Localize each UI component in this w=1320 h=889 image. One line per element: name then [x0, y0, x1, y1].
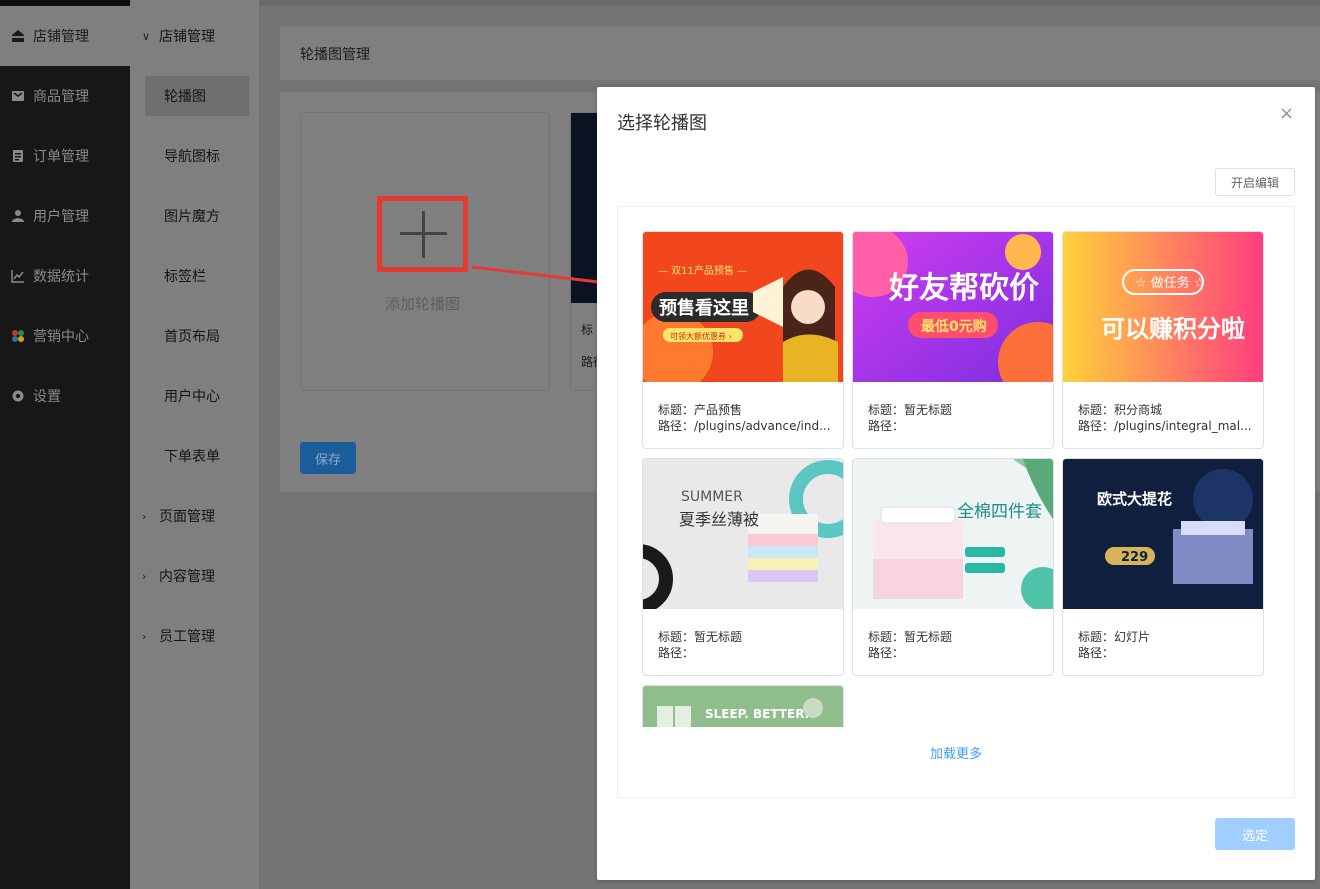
sub-group-content[interactable]: › 内容管理	[130, 546, 259, 606]
card-title: 标题：暂无标题	[868, 630, 953, 644]
card-path: 路径：/plugins/integral_mal...	[1078, 419, 1252, 433]
add-carousel-label: 添加轮播图	[385, 295, 461, 313]
nav-item-goods[interactable]: 商品管理	[0, 66, 130, 126]
carousel-card[interactable]: 全棉四件套 标题：暂无标题 路径：	[852, 458, 1054, 676]
card-title: 标	[581, 323, 594, 337]
carousel-card[interactable]: ☆ 做任务 ☆ 可以赚积分啦 标题：积分商城 路径：/plugins/integ…	[1062, 231, 1264, 449]
banner-text: ☆ 做任务 ☆	[1135, 275, 1206, 291]
sub-item-nav-icons[interactable]: 导航图标	[164, 147, 220, 167]
shop-icon	[11, 29, 25, 43]
banner-text: 可以赚积分啦	[1101, 315, 1245, 343]
card-title: 标题：幻灯片	[1078, 630, 1151, 644]
banner-text: SLEEP. BETTER.	[705, 707, 809, 721]
sub-item-tabbar[interactable]: 标签栏	[164, 267, 206, 287]
card-title: 标题：产品预售	[658, 403, 743, 417]
marketing-icon	[11, 329, 25, 343]
sub-group-label: 页面管理	[159, 509, 215, 525]
nav-item-label: 设置	[33, 389, 61, 405]
nav-item-label: 店铺管理	[33, 29, 89, 45]
banner-text: 夏季丝薄被	[679, 510, 759, 529]
nav-item-shop[interactable]: 店铺管理	[0, 6, 130, 66]
banner-text: 全棉四件套	[957, 502, 1042, 522]
nav-item-label: 商品管理	[33, 89, 89, 105]
nav-item-stats[interactable]: 数据统计	[0, 246, 130, 306]
carousel-card[interactable]: SLEEP. BETTER.	[642, 685, 844, 727]
carousel-card[interactable]: 好友帮砍价 最低0元购 标题：暂无标题 路径：	[852, 231, 1054, 449]
goods-icon	[11, 89, 25, 103]
chart-icon	[11, 269, 25, 283]
confirm-button[interactable]: 选定	[1215, 818, 1295, 850]
sub-menu: ∨ 店铺管理 轮播图 导航图标 图片魔方 标签栏 首页布局 用户中心 下单表单 …	[130, 0, 260, 889]
banner-text: 最低0元购	[921, 318, 987, 335]
load-more-link[interactable]: 加载更多	[618, 743, 1294, 762]
save-button[interactable]: 保存	[300, 442, 356, 474]
carousel-thumbnail: 好友帮砍价 最低0元购	[853, 232, 1053, 382]
plus-icon[interactable]	[377, 196, 468, 272]
nav-item-settings[interactable]: 设置	[0, 366, 130, 426]
panel-title: 轮播图管理	[300, 47, 370, 63]
chevron-right-icon: ›	[142, 629, 147, 643]
order-icon	[11, 149, 25, 163]
carousel-thumbnail: SUMMER 夏季丝薄被	[643, 459, 843, 609]
sub-item-order-form[interactable]: 下单表单	[164, 447, 220, 467]
carousel-card[interactable]: SUMMER 夏季丝薄被 标题：暂无标题 路径：	[642, 458, 844, 676]
banner-text: 229	[1121, 550, 1148, 565]
carousel-grid: — 双11产品预售 — 预售看这里 可领大额优惠券 › 标题：产品预售 路径：/…	[617, 206, 1295, 798]
sub-group-staff[interactable]: › 员工管理	[130, 606, 259, 666]
nav-item-label: 用户管理	[33, 209, 89, 225]
carousel-thumbnail: SLEEP. BETTER.	[643, 686, 843, 727]
card-title: 标题：暂无标题	[658, 630, 743, 644]
card-title: 标题：暂无标题	[868, 403, 953, 417]
banner-text: 欧式大提花	[1097, 490, 1172, 508]
banner-text: SUMMER	[681, 489, 743, 505]
card-path: 路径：	[868, 646, 905, 660]
nav-item-orders[interactable]: 订单管理	[0, 126, 130, 186]
card-path: 路径：	[658, 646, 695, 660]
carousel-card[interactable]: — 双11产品预售 — 预售看这里 可领大额优惠券 › 标题：产品预售 路径：/…	[642, 231, 844, 449]
card-path: 路径：	[868, 419, 905, 433]
banner-text: 好友帮砍价	[888, 271, 1039, 306]
nav-item-marketing[interactable]: 营销中心	[0, 306, 130, 366]
sub-item-carousel[interactable]: 轮播图	[164, 87, 206, 107]
select-carousel-dialog: 选择轮播图 × 开启编辑 — 双11产品预售 — 预售看这里 可领大额优惠券 ›…	[597, 87, 1315, 880]
sub-item-user-center[interactable]: 用户中心	[164, 387, 220, 407]
nav-item-label: 数据统计	[33, 269, 89, 285]
sub-item-home-layout[interactable]: 首页布局	[164, 327, 220, 347]
user-icon	[11, 209, 25, 223]
carousel-thumbnail: 全棉四件套	[853, 459, 1053, 609]
gear-icon	[11, 389, 25, 403]
banner-text: 预售看这里	[659, 297, 749, 319]
chevron-right-icon: ›	[142, 569, 147, 583]
main-nav: 店铺管理 商品管理 订单管理 用户管理 数据统计 营销中心 设置	[0, 0, 130, 889]
chevron-right-icon: ›	[142, 509, 147, 523]
chevron-down-icon: ∨	[142, 29, 151, 43]
carousel-card[interactable]: 欧式大提花 229 标题：幻灯片 路径：	[1062, 458, 1264, 676]
nav-item-label: 订单管理	[33, 149, 89, 165]
top-strip	[260, 0, 1320, 6]
banner-text: — 双11产品预售 —	[658, 264, 747, 277]
enable-edit-button[interactable]: 开启编辑	[1215, 168, 1295, 196]
nav-item-users[interactable]: 用户管理	[0, 186, 130, 246]
card-title: 标题：积分商城	[1078, 403, 1163, 417]
carousel-thumbnail: ☆ 做任务 ☆ 可以赚积分啦	[1063, 232, 1263, 382]
close-icon[interactable]: ×	[1279, 105, 1294, 123]
dialog-title: 选择轮播图	[617, 113, 707, 134]
sub-group-label: 员工管理	[159, 629, 215, 645]
sub-item-image-cube[interactable]: 图片魔方	[164, 207, 220, 227]
sub-group-pages[interactable]: › 页面管理	[130, 486, 259, 546]
card-path: 路径：/plugins/advance/ind...	[658, 419, 831, 433]
sub-group-label: 内容管理	[159, 569, 215, 585]
panel-header: 轮播图管理	[280, 26, 1320, 81]
carousel-thumbnail: 欧式大提花 229	[1063, 459, 1263, 609]
banner-text: 可领大额优惠券 ›	[670, 331, 732, 341]
carousel-thumbnail: — 双11产品预售 — 预售看这里 可领大额优惠券 ›	[643, 232, 843, 382]
nav-item-label: 营销中心	[33, 329, 89, 345]
card-path: 路径：	[1078, 646, 1115, 660]
sub-group-label: 店铺管理	[159, 29, 215, 45]
sub-group-shop[interactable]: ∨ 店铺管理	[130, 6, 259, 66]
